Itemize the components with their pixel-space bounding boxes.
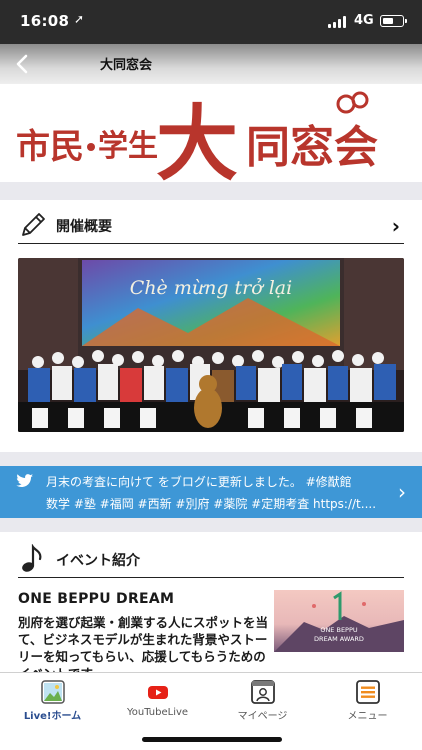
tweet-text-line2: 数学 #塾 #福岡 #西新 #別府 #薬院 #定期考査 https://t...… [46, 497, 377, 511]
event-logo-banner: 市民 学生 大 同窓会 [0, 84, 422, 192]
tweet-banner[interactable]: 月末の考査に向けて をブログに更新しました。 #修猷館 数学 #塾 #福岡 #西… [0, 466, 422, 518]
tweet-text-line1: 月末の考査に向けて をブログに更新しました。 #修猷館 [46, 475, 352, 489]
section-divider [0, 518, 422, 532]
tab-label: Live!ホーム [23, 711, 82, 722]
status-bar: 16:08 ➚ 4G [0, 0, 422, 44]
chevron-right-icon[interactable]: › [398, 480, 406, 504]
svg-text:学生: 学生 [98, 129, 158, 164]
event-thumbnail[interactable]: ONE BEPPU DREAM AWARD [274, 590, 404, 652]
menu-icon [356, 680, 380, 704]
back-chevron-icon[interactable] [10, 50, 36, 78]
signal-icon [328, 16, 346, 28]
network-type: 4G [354, 13, 374, 28]
battery-icon [380, 15, 407, 27]
profile-card-icon [251, 680, 275, 704]
status-time: 16:08 [20, 12, 70, 30]
events-label: イベント紹介 [56, 553, 140, 569]
tab-my-page[interactable]: マイページ [210, 673, 315, 725]
tab-live-home[interactable]: Live!ホーム [0, 673, 105, 725]
section-divider [0, 182, 422, 200]
award-text-line1: ONE BEPPU [320, 626, 358, 634]
event-logo: 市民 学生 大 同窓会 [16, 91, 378, 192]
nav-title: 大同窓会 [100, 58, 153, 73]
section-divider [0, 452, 422, 466]
youtube-icon [148, 686, 168, 699]
award-text-line2: DREAM AWARD [314, 635, 364, 643]
overview-label: 開催概要 [56, 219, 112, 235]
tab-youtube-live[interactable]: YouTubeLive [105, 673, 210, 725]
event-photo: Chè mừng trở lại [18, 258, 404, 432]
dream-award-image: ONE BEPPU DREAM AWARD [274, 590, 404, 652]
nav-bar: 大同窓会 [0, 44, 422, 84]
stage-photo-image: Chè mừng trở lại [18, 258, 404, 432]
event-title[interactable]: ONE BEPPU DREAM [18, 591, 174, 607]
tab-label: YouTubeLive [126, 707, 189, 718]
twitter-bird-icon [16, 474, 34, 487]
tab-menu[interactable]: メニュー [315, 673, 420, 725]
tab-label: メニュー [347, 711, 388, 722]
svg-text:同窓会: 同窓会 [246, 122, 378, 173]
screen-caption: Chè mừng trở lại [130, 277, 292, 299]
overview-section-header[interactable]: 開催概要 › [18, 208, 404, 244]
photo-icon [41, 680, 65, 704]
events-section-header: イベント紹介 [18, 542, 404, 578]
tab-label: マイページ [237, 711, 288, 722]
svg-text:市民: 市民 [16, 127, 84, 167]
svg-text:大: 大 [156, 96, 238, 182]
chevron-right-icon[interactable]: › [392, 214, 400, 238]
pencil-icon [22, 213, 45, 236]
home-indicator[interactable] [142, 737, 282, 742]
music-note-icon [22, 544, 42, 572]
location-arrow-icon: ➚ [74, 12, 85, 26]
